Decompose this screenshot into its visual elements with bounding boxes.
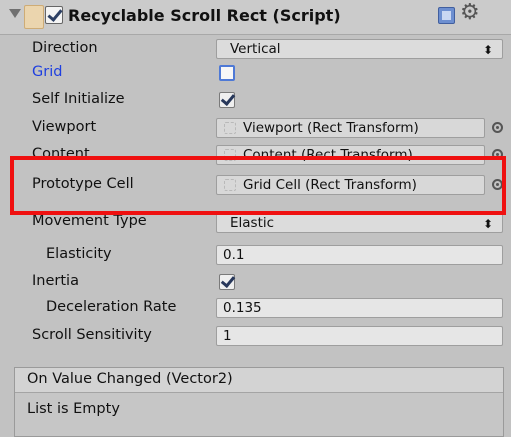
event-empty-text: List is Empty — [27, 401, 120, 417]
component-header: Recyclable Scroll Rect (Script) ⚙ — [0, 0, 511, 35]
row-self-initialize: Self Initialize — [0, 88, 511, 114]
checkmark-icon — [220, 90, 236, 107]
self-initialize-checkbox[interactable] — [219, 90, 236, 108]
elasticity-value: 0.1 — [223, 247, 245, 263]
rect-transform-icon — [224, 122, 236, 134]
scroll-sensitivity-value: 1 — [223, 328, 232, 344]
elasticity-input[interactable]: 0.1 — [216, 245, 503, 265]
component-title: Recyclable Scroll Rect (Script) — [68, 6, 341, 25]
script-icon — [24, 5, 44, 29]
direction-value: Vertical — [230, 41, 281, 57]
prototype-cell-label: Prototype Cell — [32, 176, 134, 192]
scroll-sensitivity-label: Scroll Sensitivity — [32, 327, 152, 343]
content-object-field[interactable]: Content (Rect Transform) — [216, 145, 485, 165]
elasticity-label: Elasticity — [46, 246, 112, 262]
viewport-label: Viewport — [32, 119, 97, 135]
grid-label: Grid — [32, 64, 63, 80]
checkmark-icon — [220, 272, 236, 289]
deceleration-rate-input[interactable]: 0.135 — [216, 298, 503, 318]
content-value: Content (Rect Transform) — [243, 147, 413, 163]
viewport-value: Viewport (Rect Transform) — [243, 120, 419, 136]
row-inertia: Inertia — [0, 270, 511, 296]
scroll-sensitivity-input[interactable]: 1 — [216, 326, 503, 346]
help-book-icon[interactable] — [438, 7, 455, 24]
event-header: On Value Changed (Vector2) — [15, 368, 503, 393]
row-content: Content Content (Rect Transform) — [0, 143, 511, 169]
rect-transform-icon — [224, 149, 236, 161]
direction-dropdown[interactable]: Vertical ⬍ — [216, 39, 503, 59]
row-deceleration-rate: Deceleration Rate 0.135 — [0, 296, 511, 322]
movement-type-value: Elastic — [230, 215, 275, 231]
prototype-cell-value: Grid Cell (Rect Transform) — [243, 177, 417, 193]
row-movement-type: Movement Type Elastic ⬍ — [0, 213, 511, 242]
on-value-changed-event: On Value Changed (Vector2) List is Empty — [14, 367, 504, 437]
object-picker-icon[interactable] — [492, 179, 503, 190]
foldout-triangle-icon[interactable] — [9, 9, 21, 18]
deceleration-rate-value: 0.135 — [223, 300, 262, 316]
row-viewport: Viewport Viewport (Rect Transform) — [0, 116, 511, 142]
row-elasticity: Elasticity 0.1 — [0, 243, 511, 269]
inertia-label: Inertia — [32, 273, 79, 289]
movement-type-dropdown[interactable]: Elastic ⬍ — [216, 213, 503, 233]
content-label: Content — [32, 146, 90, 162]
row-direction: Direction Vertical ⬍ — [0, 37, 511, 63]
viewport-object-field[interactable]: Viewport (Rect Transform) — [216, 118, 485, 138]
row-scroll-sensitivity: Scroll Sensitivity 1 — [0, 324, 511, 350]
dropdown-arrow-icon: ⬍ — [482, 217, 493, 231]
deceleration-rate-label: Deceleration Rate — [46, 299, 177, 315]
prototype-cell-object-field[interactable]: Grid Cell (Rect Transform) — [216, 175, 485, 195]
direction-label: Direction — [32, 40, 98, 56]
self-initialize-label: Self Initialize — [32, 91, 125, 107]
component-enable-checkbox[interactable] — [45, 6, 63, 24]
movement-type-label: Movement Type — [32, 213, 147, 229]
object-picker-icon[interactable] — [492, 122, 503, 133]
gear-icon[interactable]: ⚙ — [460, 2, 480, 24]
checkmark-icon — [47, 6, 63, 22]
row-grid: Grid — [0, 61, 511, 87]
inertia-checkbox[interactable] — [219, 272, 236, 290]
event-header-label: On Value Changed (Vector2) — [27, 371, 233, 387]
dropdown-arrow-icon: ⬍ — [482, 43, 493, 57]
object-picker-icon[interactable] — [492, 149, 503, 160]
grid-checkbox[interactable] — [219, 65, 235, 81]
rect-transform-icon — [224, 179, 236, 191]
row-prototype-cell: Prototype Cell Grid Cell (Rect Transform… — [0, 173, 511, 199]
